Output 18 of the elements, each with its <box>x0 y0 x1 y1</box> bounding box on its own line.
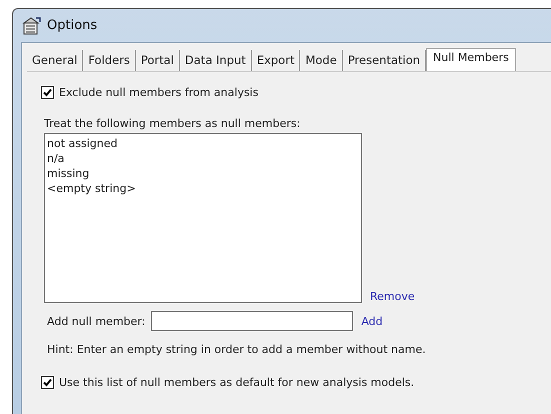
list-item[interactable]: <empty string> <box>47 181 359 196</box>
window-settings-icon <box>21 16 41 34</box>
remove-link[interactable]: Remove <box>370 290 415 303</box>
checkbox-label: Exclude null members from analysis <box>59 86 258 99</box>
null-members-list[interactable]: not assigned n/a missing <empty string> <box>44 133 362 303</box>
checkbox[interactable] <box>41 86 54 99</box>
checkbox-label: Use this list of null members as default for new analysis models. <box>59 376 414 389</box>
list-label: Treat the following members as null members: <box>44 117 302 130</box>
list-item[interactable]: n/a <box>47 151 359 166</box>
checkbox[interactable] <box>41 376 54 389</box>
tab[interactable]: Null Members <box>426 48 516 71</box>
hint-text: Hint: Enter an empty string in order to add a member without name. <box>47 343 427 356</box>
list-item[interactable]: missing <box>47 166 359 181</box>
add-link[interactable]: Add <box>361 314 383 328</box>
input-field[interactable] <box>151 311 354 331</box>
field-label: Add null member: <box>47 314 146 328</box>
window-title: Options <box>47 18 98 33</box>
list-item[interactable]: not assigned <box>47 136 359 151</box>
